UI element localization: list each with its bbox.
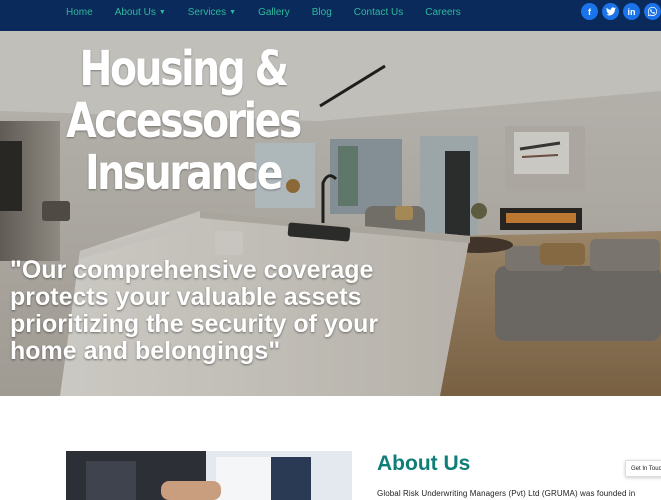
nav-item-gallery[interactable]: Gallery — [258, 7, 290, 18]
chevron-down-icon: ▼ — [158, 9, 166, 16]
facebook-icon[interactable]: f — [581, 3, 598, 20]
about-image — [66, 451, 352, 500]
nav-item-home[interactable]: Home — [66, 7, 93, 18]
top-navbar: Home About Us ▼ Services ▼ Gallery Blog Co… — [0, 0, 661, 31]
chevron-down-icon: ▼ — [229, 9, 237, 16]
nav-item-contact-us[interactable]: Contact Us — [354, 7, 403, 18]
hero-title: Housing & Accessories Insurance — [64, 43, 302, 199]
hero-quote: "Our comprehensive coverage protects you… — [10, 256, 379, 365]
social-links: f in — [577, 3, 661, 20]
hero-title-line: Accessories — [66, 93, 302, 149]
nav-menu: Home About Us ▼ Services ▼ Gallery Blog Co… — [66, 0, 483, 25]
about-text: Global Risk Underwriting Managers (Pvt) … — [377, 489, 636, 498]
nav-item-services[interactable]: Services ▼ — [188, 7, 236, 18]
twitter-icon[interactable] — [602, 3, 619, 20]
nav-item-careers[interactable]: Careers — [425, 7, 461, 18]
hero-title-line: Housing & — [79, 41, 288, 97]
whatsapp-icon[interactable] — [644, 3, 661, 20]
linkedin-icon[interactable]: in — [623, 3, 640, 20]
about-title: About Us — [377, 452, 471, 475]
nav-item-about-us[interactable]: About Us ▼ — [115, 7, 166, 18]
get-in-touch-tab[interactable]: Get In Touch — [625, 460, 661, 477]
nav-item-blog[interactable]: Blog — [312, 7, 332, 18]
hero-banner: Housing & Accessories Insurance "Our com… — [0, 31, 661, 396]
hero-title-line: Insurance — [84, 145, 283, 201]
